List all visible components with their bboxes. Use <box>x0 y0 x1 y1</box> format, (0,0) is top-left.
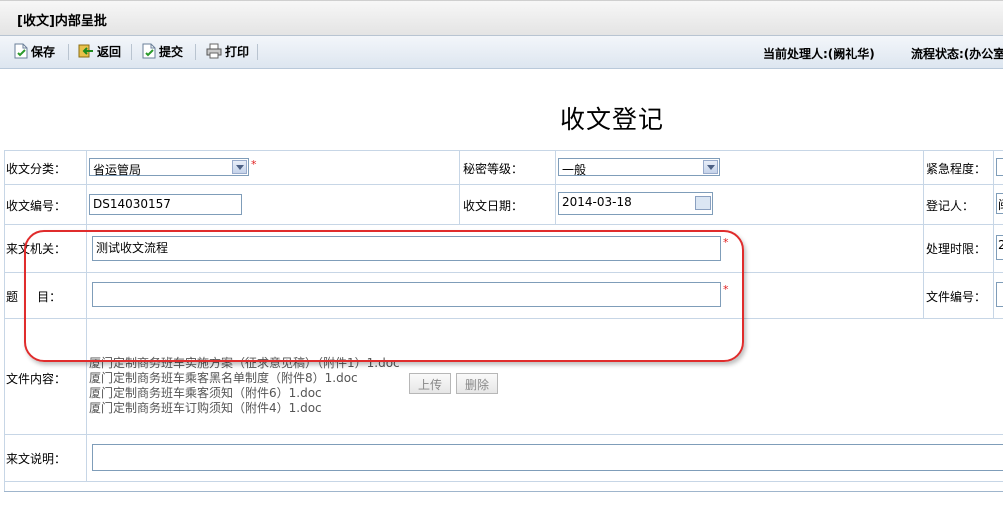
window-title: [收文]内部呈批 <box>17 14 107 29</box>
attachment-link[interactable]: 厦门定制商务班车订购须知（附件4）1.doc <box>89 399 322 416</box>
category-label: 收文分类： <box>6 162 67 176</box>
form-border <box>4 224 1003 225</box>
return-label: 返回 <box>97 44 122 59</box>
date-field[interactable]: 2014-03-18 <box>558 192 713 215</box>
number-label: 收文编号： <box>6 199 67 213</box>
date-label: 收文日期： <box>463 199 524 213</box>
save-icon <box>14 43 28 59</box>
toolbar-separator <box>68 44 69 60</box>
annotation-highlight <box>24 230 744 362</box>
toolbar: 保存 返回 提交 打印 当前处理人:(阙礼华) 流程状态:(办公室 <box>0 36 1003 69</box>
category-select[interactable]: 省运管局 <box>89 158 249 177</box>
flow-status: 流程状态:(办公室 <box>911 47 1003 61</box>
form-border <box>4 434 1003 435</box>
form-border <box>555 150 556 224</box>
secret-value: 一般 <box>562 163 587 177</box>
content-label: 文件内容： <box>6 372 67 386</box>
chevron-down-icon[interactable] <box>232 160 247 174</box>
print-icon <box>206 43 222 59</box>
form-border <box>4 150 1003 151</box>
form-border <box>459 150 460 224</box>
urgency-label: 紧急程度： <box>926 162 987 176</box>
page-title: 收文登记 <box>560 105 665 134</box>
toolbar-separator <box>195 44 196 60</box>
submit-button[interactable]: 提交 <box>142 42 183 60</box>
description-label: 来文说明： <box>6 452 67 466</box>
doc-number-field[interactable] <box>996 282 1003 307</box>
save-label: 保存 <box>31 44 56 59</box>
print-button[interactable]: 打印 <box>206 42 249 60</box>
deadline-field[interactable]: 2 <box>996 235 1003 260</box>
current-handler: 当前处理人:(阙礼华) <box>763 47 875 61</box>
form-border <box>4 150 5 491</box>
number-field[interactable]: DS14030157 <box>89 194 242 215</box>
description-field[interactable] <box>92 444 1003 471</box>
upload-button[interactable]: 上传 <box>409 373 452 394</box>
return-icon <box>78 44 93 58</box>
form-border <box>4 184 1003 185</box>
registrar-label: 登记人： <box>926 199 975 213</box>
form-border <box>993 150 994 318</box>
secret-label: 秘密等级： <box>463 162 524 176</box>
required-mark: * <box>251 158 257 171</box>
toolbar-separator <box>131 44 132 60</box>
secret-select[interactable]: 一般 <box>558 158 720 177</box>
category-value: 省运管局 <box>93 163 142 177</box>
return-button[interactable]: 返回 <box>78 42 121 60</box>
submit-label: 提交 <box>159 44 184 59</box>
window-titlebar: [收文]内部呈批 <box>0 0 1003 36</box>
toolbar-separator <box>257 44 258 60</box>
form-border <box>4 491 1003 492</box>
deadline-label: 处理时限： <box>926 242 987 256</box>
calendar-icon[interactable] <box>695 196 711 210</box>
urgency-select[interactable] <box>996 158 1003 176</box>
save-button[interactable]: 保存 <box>14 42 55 60</box>
chevron-down-icon[interactable] <box>703 160 718 174</box>
print-label: 打印 <box>225 44 250 59</box>
doc-number-label: 文件编号： <box>926 290 987 304</box>
registrar-field[interactable]: 闽 <box>996 193 1003 214</box>
form-border <box>923 150 924 318</box>
form-border <box>4 481 1003 482</box>
delete-button[interactable]: 删除 <box>456 373 499 394</box>
submit-icon <box>142 43 156 59</box>
